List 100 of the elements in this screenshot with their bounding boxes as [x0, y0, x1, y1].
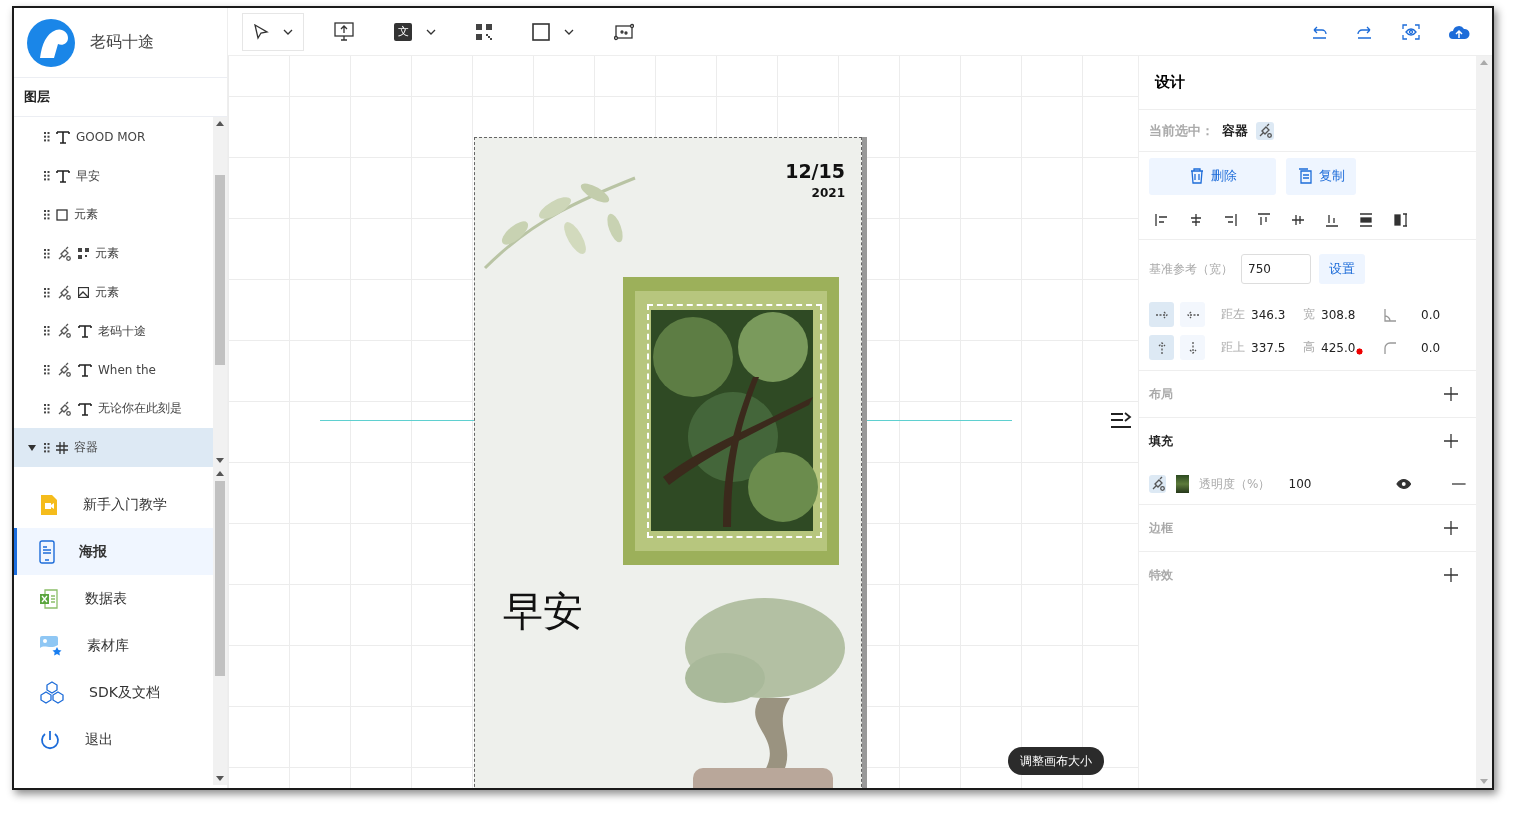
delete-button[interactable]: 删除: [1149, 157, 1276, 195]
set-button[interactable]: 设置: [1319, 254, 1365, 284]
square-icon[interactable]: [532, 22, 550, 41]
drag-handle-icon: [44, 248, 50, 259]
drag-handle-icon: [44, 326, 50, 337]
pointer-icon[interactable]: [253, 23, 269, 40]
size-value: 308.8: [1321, 307, 1357, 322]
caret-down-icon[interactable]: [283, 28, 293, 35]
text-type-icon: [78, 324, 92, 339]
distribute-vertical-icon[interactable]: [1359, 212, 1373, 227]
nav-item[interactable]: SDK及文档: [14, 669, 213, 716]
direction-toggle[interactable]: [1149, 302, 1174, 327]
section-title: 填充: [1149, 432, 1173, 450]
scroll-down-icon: [216, 458, 224, 463]
size-value: 425.0: [1321, 340, 1364, 355]
layer-item[interactable]: 老码十途: [14, 311, 213, 351]
text-tool[interactable]: 文: [394, 22, 412, 41]
plus-icon: [1444, 568, 1458, 582]
align-center-v-icon[interactable]: [1291, 212, 1305, 227]
layer-item[interactable]: 元素: [14, 273, 213, 312]
drag-handle-icon: [44, 365, 50, 376]
plus-icon: [1444, 434, 1458, 448]
link-icon: [56, 284, 72, 301]
scroll-up-icon: [216, 471, 224, 476]
nav-item[interactable]: 素材库: [14, 622, 213, 669]
layer-item[interactable]: GOOD MOR: [14, 118, 213, 157]
nav-item[interactable]: 海报: [14, 528, 213, 575]
text-type-icon: [78, 401, 92, 416]
caret-down-icon[interactable]: [564, 28, 574, 35]
position-value: 337.5: [1251, 340, 1287, 355]
layer-item[interactable]: 元素: [14, 195, 213, 235]
layer-item[interactable]: 元素: [14, 234, 213, 274]
trash-icon: [1188, 168, 1205, 184]
position-label: 距上: [1221, 339, 1245, 356]
drag-handle-icon: [44, 287, 50, 298]
add-button[interactable]: [1444, 387, 1458, 401]
link-chip[interactable]: [1256, 121, 1274, 140]
extra-value: 0.0: [1421, 340, 1442, 355]
frame-points-icon[interactable]: [614, 22, 634, 41]
nav-item[interactable]: 数据表: [14, 575, 213, 622]
brand-name: 老码十途: [90, 32, 154, 53]
drag-handle-icon: [44, 171, 50, 182]
align-center-h-icon[interactable]: [1189, 212, 1203, 227]
link-icon: [56, 400, 72, 417]
rectangle-icon: [56, 208, 68, 221]
preview-eye-icon[interactable]: [1402, 23, 1420, 40]
scroll-up-icon: [1480, 60, 1488, 65]
opacity-label: 透明度（%）: [1199, 475, 1272, 493]
align-left-icon[interactable]: [1155, 212, 1169, 227]
add-button[interactable]: [1444, 521, 1458, 535]
fill-swatch[interactable]: [1176, 475, 1190, 493]
align-top-icon[interactable]: [1257, 212, 1271, 227]
size-label: 高: [1303, 339, 1315, 356]
reference-width-field[interactable]: 750: [1241, 254, 1311, 284]
corner-radius-icon: [1383, 340, 1397, 355]
selection-label: 当前选中：: [1149, 121, 1214, 140]
size-label: 宽: [1303, 306, 1315, 323]
caret-down-icon: [28, 444, 36, 451]
drag-handle-icon: [44, 132, 50, 143]
scroll-down-icon: [216, 776, 224, 781]
video-file-icon: [39, 493, 59, 516]
layer-item[interactable]: When the: [14, 350, 213, 390]
extra-value: 0.0: [1421, 307, 1442, 322]
collapse-panel-icon[interactable]: [1110, 411, 1132, 429]
opacity-value: 100: [1288, 477, 1313, 491]
image-star-icon: [39, 634, 63, 657]
direction-toggle[interactable]: [1180, 335, 1205, 360]
drag-handle-icon: [44, 403, 50, 414]
add-button[interactable]: [1444, 434, 1458, 448]
layer-item[interactable]: 容器: [14, 428, 213, 468]
nav-item[interactable]: 退出: [14, 716, 213, 763]
monitor-upload-icon[interactable]: [334, 21, 354, 42]
resize-canvas-button[interactable]: 调整画布大小: [1008, 747, 1104, 775]
direction-toggle[interactable]: [1180, 302, 1205, 327]
copy-icon: [1297, 168, 1313, 184]
drag-handle-icon: [44, 442, 50, 453]
link-icon: [1257, 122, 1273, 139]
add-button[interactable]: [1444, 568, 1458, 582]
selection-value: 容器: [1222, 121, 1248, 140]
copy-button[interactable]: 复制: [1286, 157, 1356, 195]
eye-icon[interactable]: [1395, 478, 1412, 490]
qr-code-icon[interactable]: [476, 23, 492, 40]
qr-code-icon: [78, 248, 89, 260]
image-icon: [78, 287, 89, 298]
power-icon: [39, 728, 61, 751]
text-type-icon: [78, 363, 92, 378]
nav-item[interactable]: 新手入门教学: [14, 481, 213, 528]
text-type-icon: [56, 169, 70, 184]
layer-item[interactable]: 早安: [14, 156, 213, 196]
layer-item[interactable]: 无论你在此刻是: [14, 389, 213, 429]
layers-title: 图层: [14, 78, 227, 117]
link-chip[interactable]: [1149, 475, 1167, 493]
align-right-icon[interactable]: [1223, 212, 1237, 227]
scrollbar-thumb[interactable]: [215, 481, 225, 676]
caret-down-icon[interactable]: [426, 28, 436, 35]
distribute-horizontal-icon[interactable]: [1393, 212, 1407, 227]
align-bottom-icon[interactable]: [1325, 212, 1339, 227]
direction-toggle[interactable]: [1149, 335, 1174, 360]
link-icon: [56, 362, 72, 379]
scrollbar-thumb[interactable]: [215, 175, 225, 365]
